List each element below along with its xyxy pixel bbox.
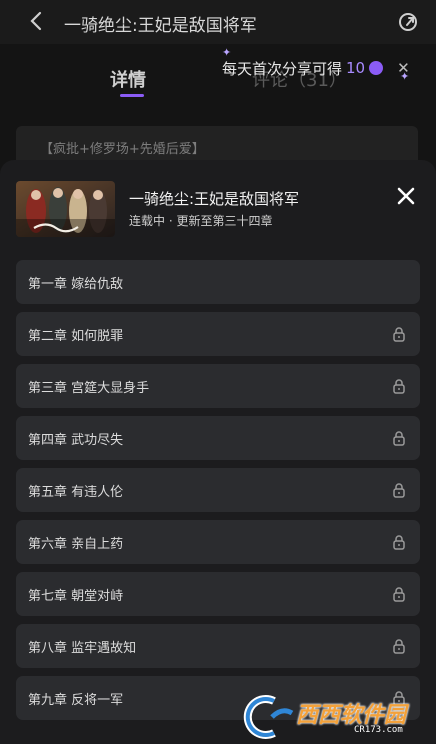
tab-underline bbox=[120, 94, 144, 97]
lock-icon bbox=[393, 587, 405, 602]
chapter-sheet: 一骑绝尘:王妃是敌国将军 连载中 · 更新至第三十四章 第一章 嫁给仇敌 第二章 … bbox=[0, 160, 436, 744]
lock-icon bbox=[393, 379, 405, 394]
book-title: 一骑绝尘:王妃是敌国将军 bbox=[129, 190, 300, 208]
chapter-label: 第二章 如何脱罪 bbox=[28, 328, 124, 344]
back-arrow-icon[interactable] bbox=[26, 10, 48, 32]
chapter-item[interactable]: 第四章 武功尽失 bbox=[16, 416, 420, 460]
close-icon[interactable] bbox=[394, 184, 418, 208]
chapter-label: 第八章 监牢遇故知 bbox=[28, 640, 137, 656]
sparkle-icon: ✦ bbox=[222, 46, 232, 59]
chapter-item[interactable]: 第二章 如何脱罪 bbox=[16, 312, 420, 356]
top-bar: 一骑绝尘:王妃是敌国将军 bbox=[0, 0, 436, 44]
share-promo-banner: ✦ ✦ 每天首次分享可得 10 ✕ bbox=[222, 46, 410, 84]
promo-count: 10 bbox=[346, 59, 366, 77]
chapter-label: 第七章 朝堂对峙 bbox=[28, 588, 124, 604]
tab-detail[interactable]: 详情 bbox=[110, 66, 146, 92]
sparkle-icon: ✦ bbox=[400, 70, 410, 83]
watermark-url: CR173.com bbox=[354, 725, 403, 735]
chapter-label: 第一章 嫁给仇敌 bbox=[28, 276, 124, 292]
chapter-label: 第六章 亲自上药 bbox=[28, 536, 124, 552]
update-status: 连载中 · 更新至第三十四章 bbox=[129, 214, 273, 228]
lock-icon bbox=[393, 639, 405, 654]
watermark-logo bbox=[243, 695, 294, 739]
lock-icon bbox=[393, 431, 405, 446]
chapter-item[interactable]: 第八章 监牢遇故知 bbox=[16, 624, 420, 668]
chapter-label: 第五章 有违人伦 bbox=[28, 484, 124, 500]
chapter-label: 第三章 宫筵大显身手 bbox=[28, 380, 150, 396]
chapter-label: 第九章 反将一军 bbox=[28, 692, 124, 708]
coin-icon bbox=[369, 61, 384, 75]
lock-icon bbox=[393, 327, 405, 342]
promo-text: 每天首次分享可得 bbox=[222, 59, 343, 78]
chapter-item[interactable]: 第三章 宫筵大显身手 bbox=[16, 364, 420, 408]
tags-text: 【疯批+修罗场+先婚后爱】 bbox=[40, 142, 205, 157]
chapter-item[interactable]: 第七章 朝堂对峙 bbox=[16, 572, 420, 616]
page-title: 一骑绝尘:王妃是敌国将军 bbox=[64, 16, 257, 36]
chapter-item[interactable]: 第一章 嫁给仇敌 bbox=[16, 260, 420, 304]
chapter-item[interactable]: 第五章 有违人伦 bbox=[16, 468, 420, 512]
share-icon[interactable] bbox=[396, 10, 420, 34]
site-watermark: 西西软件园 CR173.com bbox=[236, 691, 436, 744]
book-cover bbox=[16, 181, 115, 237]
chapter-item[interactable]: 第六章 亲自上药 bbox=[16, 520, 420, 564]
chapter-list: 第一章 嫁给仇敌 第二章 如何脱罪第三章 宫筵大显身手 第四章 武功尽失 第五章 有违… bbox=[16, 260, 420, 728]
chapter-label: 第四章 武功尽失 bbox=[28, 432, 124, 448]
lock-icon bbox=[393, 535, 405, 550]
lock-icon bbox=[393, 483, 405, 498]
